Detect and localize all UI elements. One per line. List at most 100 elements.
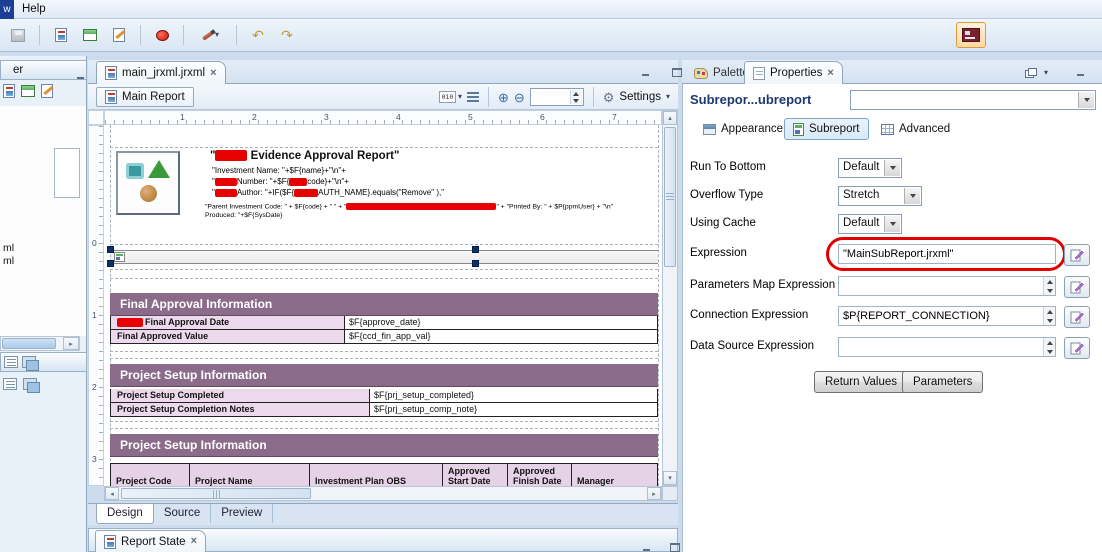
connection-expression-input[interactable]: [838, 306, 1056, 326]
spinner-arrows[interactable]: [1043, 338, 1055, 356]
zoom-mode-button[interactable]: 010 ▾: [438, 91, 462, 103]
outline-mode-icon[interactable]: [3, 378, 17, 390]
minimize-button[interactable]: [1075, 67, 1087, 78]
design-canvas[interactable]: " Evidence Approval Report" "Investment …: [104, 125, 662, 486]
report-expression-line[interactable]: "Investment Name: "+$F{name}+"\n"+: [212, 166, 346, 175]
zoom-in-icon[interactable]: ⊕: [498, 91, 509, 104]
tab-properties[interactable]: Properties ×: [744, 61, 843, 84]
scrollbar-thumb[interactable]: [121, 488, 311, 499]
row-value-cell[interactable]: $F{prj_setup_completed}: [370, 389, 658, 403]
tab-advan​ced[interactable]: Advanced: [872, 118, 959, 140]
minimize-button[interactable]: [75, 70, 87, 81]
element-selector-combo[interactable]: [850, 90, 1096, 110]
table-row[interactable]: Project Setup Completion Notes $F{prj_se…: [110, 403, 658, 417]
tab-design[interactable]: Design: [96, 504, 154, 524]
return-values-button[interactable]: Return Values: [814, 371, 909, 393]
tree-view-icon[interactable]: [4, 356, 18, 368]
view-menu-button[interactable]: ▾: [1044, 69, 1048, 77]
menu-help[interactable]: Help: [14, 3, 54, 15]
section-header-band[interactable]: Final Approval Information: [110, 293, 658, 316]
link-editor-icon[interactable]: [21, 85, 35, 97]
selection-handle[interactable]: [472, 246, 479, 253]
tree-item[interactable]: ml: [3, 255, 14, 267]
dropdown-arrow[interactable]: [884, 160, 900, 176]
scrollbar-thumb[interactable]: [664, 127, 676, 267]
expression-editor-button[interactable]: [1064, 306, 1090, 328]
table-header-cell[interactable]: Project Name: [190, 463, 310, 486]
zoom-level-combo[interactable]: [529, 88, 584, 106]
selection-handle[interactable]: [107, 260, 114, 267]
row-value-cell[interactable]: $F{approve_date}: [345, 316, 658, 330]
detach-view-button[interactable]: [1024, 67, 1037, 78]
dropdown-arrow[interactable]: [884, 216, 900, 232]
using-cache-select[interactable]: Default: [838, 214, 902, 234]
filter-icon[interactable]: [41, 84, 53, 98]
table-header-cell[interactable]: Project Code: [110, 463, 190, 486]
tab-subreport[interactable]: Subreport: [784, 118, 869, 140]
row-label-cell[interactable]: Final Approved Value: [110, 330, 345, 344]
minimize-button[interactable]: [640, 67, 652, 78]
selection-handle[interactable]: [472, 260, 479, 267]
connection-expression-field[interactable]: [838, 306, 1056, 326]
report-expression-line[interactable]: Produced: "+$F{SysDate}: [205, 212, 282, 219]
report-title-text[interactable]: " Evidence Approval Report": [210, 150, 399, 162]
row-value-cell[interactable]: $F{ccd_fin_app_val}: [345, 330, 658, 344]
subreport-element[interactable]: [111, 250, 658, 264]
tab-report-state[interactable]: Report State ×: [95, 530, 207, 552]
new-report-button[interactable]: [49, 23, 73, 47]
close-icon[interactable]: ×: [210, 67, 216, 79]
parameters-map-field[interactable]: [838, 276, 1056, 296]
report-expression-line[interactable]: "Parent Investment Code: " + $F{code} + …: [205, 203, 613, 210]
pages-icon[interactable]: [466, 92, 479, 102]
layers-view-icon[interactable]: [22, 356, 39, 371]
table-row[interactable]: Final Approval Date $F{approve_date}: [110, 316, 658, 330]
close-icon[interactable]: ×: [191, 536, 197, 547]
table-row[interactable]: Project Setup Completed $F{prj_setup_com…: [110, 389, 658, 403]
thumbnail-mode-icon[interactable]: [23, 378, 40, 393]
selection-handle[interactable]: [107, 246, 114, 253]
dropdown-arrow[interactable]: [1078, 92, 1094, 108]
table-row[interactable]: Final Approved Value $F{ccd_fin_app_val}: [110, 330, 658, 344]
overflow-type-select[interactable]: Stretch: [838, 186, 922, 206]
save-button[interactable]: [6, 23, 30, 47]
expression-editor-button[interactable]: [1064, 337, 1090, 359]
expression-input[interactable]: [838, 244, 1056, 264]
new-table-button[interactable]: [78, 23, 102, 47]
table-header-cell[interactable]: Manager: [572, 463, 658, 486]
debug-button[interactable]: [150, 23, 174, 47]
spinner-arrows[interactable]: [569, 90, 582, 104]
table-header-cell[interactable]: Investment Plan OBS: [310, 463, 443, 486]
report-expression-line[interactable]: " Number: "+$F{code}+"\n"+: [212, 177, 349, 186]
row-label-cell[interactable]: Project Setup Completed: [110, 389, 370, 403]
tab-source[interactable]: Source: [154, 504, 212, 523]
row-label-cell[interactable]: Project Setup Completion Notes: [110, 403, 370, 417]
vertical-scrollbar[interactable]: ▴ ▾: [662, 110, 678, 486]
main-report-breadcrumb-button[interactable]: Main Report: [96, 87, 194, 107]
row-value-cell[interactable]: $F{prj_setup_comp_note}: [370, 403, 658, 417]
spinner-arrows[interactable]: [1043, 277, 1055, 295]
report-logo-image[interactable]: [116, 151, 180, 215]
style-brush-button[interactable]: ▾: [193, 23, 227, 47]
table-header-row[interactable]: Project Code Project Name Investment Pla…: [110, 463, 658, 486]
row-label-cell[interactable]: Final Approval Date: [110, 316, 345, 330]
undo-button[interactable]: ↶: [246, 23, 270, 47]
tab-appearance[interactable]: Appearance: [694, 118, 792, 140]
redo-button[interactable]: ↷: [275, 23, 299, 47]
scrollbar-thumb[interactable]: [2, 338, 56, 349]
horizontal-scrollbar[interactable]: ◂ ▸: [104, 486, 662, 501]
expression-editor-button[interactable]: [1064, 276, 1090, 298]
tab-main-jrxml[interactable]: main_jrxml.jrxml ×: [96, 61, 226, 84]
data-source-input[interactable]: [838, 337, 1056, 357]
dropdown-arrow[interactable]: [904, 188, 920, 204]
settings-button[interactable]: Settings: [619, 91, 661, 103]
spinner-arrows[interactable]: [1043, 307, 1055, 325]
expression-editor-button[interactable]: [1064, 244, 1090, 266]
scroll-down-button[interactable]: ▾: [663, 471, 677, 485]
scroll-right-button[interactable]: ▸: [63, 337, 79, 350]
section-header-band[interactable]: Project Setup Information: [110, 434, 658, 457]
section-header-band[interactable]: Project Setup Information: [110, 364, 658, 387]
data-source-field[interactable]: [838, 337, 1056, 357]
edit-report-button[interactable]: [107, 23, 131, 47]
zoom-out-icon[interactable]: ⊖: [514, 91, 525, 104]
scroll-up-button[interactable]: ▴: [663, 111, 677, 125]
